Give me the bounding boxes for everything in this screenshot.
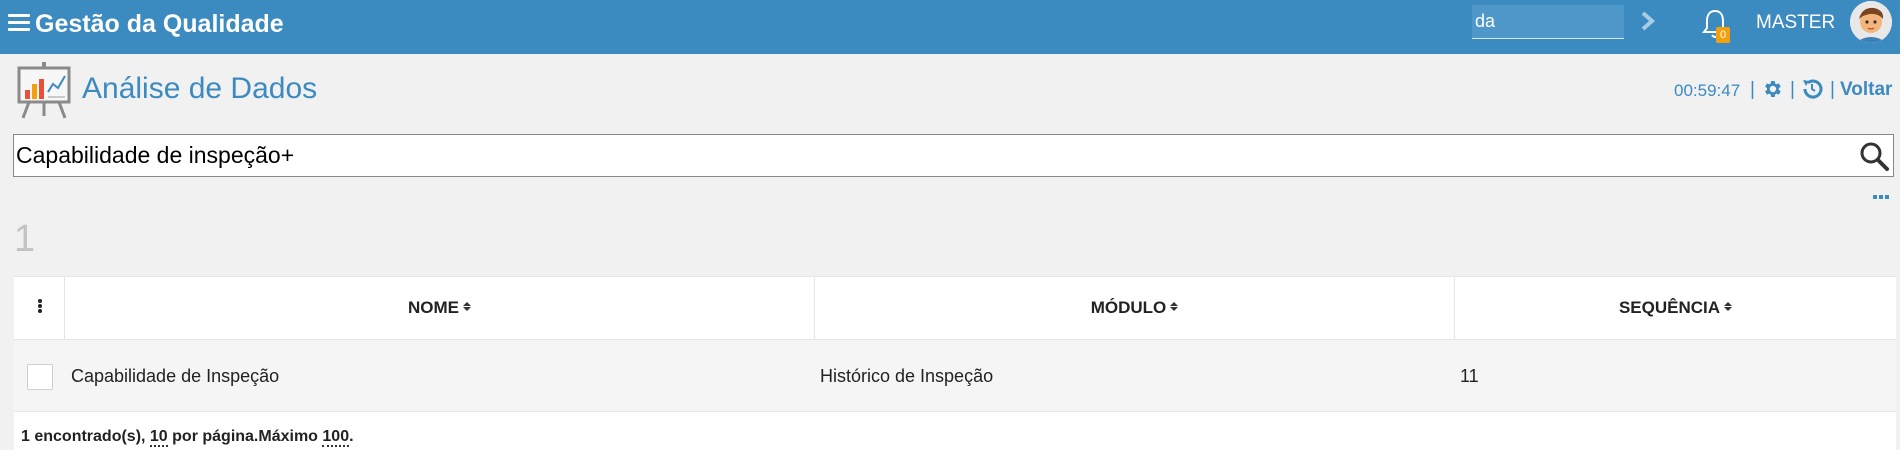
sort-icon bbox=[1170, 302, 1179, 312]
separator: | bbox=[1750, 79, 1755, 100]
chevron-right-icon[interactable] bbox=[1638, 10, 1658, 32]
vertical-dots-icon[interactable] bbox=[14, 277, 64, 339]
column-header-label: SEQUÊNCIA bbox=[1618, 298, 1721, 317]
row-checkbox[interactable] bbox=[27, 364, 53, 390]
cell-modulo: Histórico de Inspeção bbox=[820, 366, 994, 386]
app-title: Gestão da Qualidade bbox=[35, 10, 284, 38]
page-title: Análise de Dados bbox=[82, 72, 318, 105]
more-options-icon[interactable] bbox=[1873, 186, 1891, 199]
found-text: 1 encontrado(s), bbox=[21, 428, 150, 445]
pagination-info: 1 encontrado(s), 10 por página.Máximo 10… bbox=[21, 428, 354, 447]
search-input[interactable] bbox=[13, 134, 1894, 177]
separator: | bbox=[1790, 79, 1795, 100]
column-header-modulo[interactable]: MÓDULO bbox=[814, 277, 1454, 339]
user-name[interactable]: MASTER bbox=[1756, 12, 1835, 34]
cell-sequencia: 11 bbox=[1460, 366, 1479, 386]
sort-icon bbox=[1724, 302, 1733, 312]
sort-icon bbox=[463, 302, 471, 312]
menu-icon[interactable] bbox=[8, 14, 30, 32]
column-header-label: MÓDULO bbox=[1090, 298, 1167, 317]
per-page-text: por página.Máximo bbox=[167, 428, 323, 445]
separator: | bbox=[1830, 79, 1835, 100]
column-header-label: NOME bbox=[408, 298, 459, 317]
search-icon[interactable] bbox=[1858, 140, 1890, 172]
avatar-icon bbox=[1850, 1, 1892, 43]
presentation-chart-icon bbox=[17, 62, 71, 119]
top-search-input[interactable] bbox=[1472, 5, 1624, 39]
column-header-nome[interactable]: NOME bbox=[64, 277, 814, 339]
gear-icon[interactable] bbox=[1761, 78, 1783, 100]
result-count: 1 bbox=[14, 218, 36, 260]
footer-end: . bbox=[349, 428, 354, 445]
table-row[interactable]: Capabilidade de Inspeção Histórico de In… bbox=[14, 340, 1896, 412]
table-header: NOME MÓDULO SEQUÊNCIA bbox=[14, 276, 1896, 340]
notification-badge: 0 bbox=[1716, 27, 1730, 43]
max-selector[interactable]: 100 bbox=[322, 428, 350, 447]
top-bar: Gestão da Qualidade 0 MASTER bbox=[0, 0, 1900, 54]
cell-nome: Capabilidade de Inspeção bbox=[71, 366, 280, 386]
per-page-selector[interactable]: 10 bbox=[149, 428, 168, 447]
avatar[interactable] bbox=[1850, 1, 1892, 43]
session-clock: 00:59:47 bbox=[1674, 81, 1741, 100]
history-icon[interactable] bbox=[1800, 77, 1824, 101]
column-header-sequencia[interactable]: SEQUÊNCIA bbox=[1454, 277, 1896, 339]
back-link[interactable]: Voltar bbox=[1840, 79, 1892, 101]
